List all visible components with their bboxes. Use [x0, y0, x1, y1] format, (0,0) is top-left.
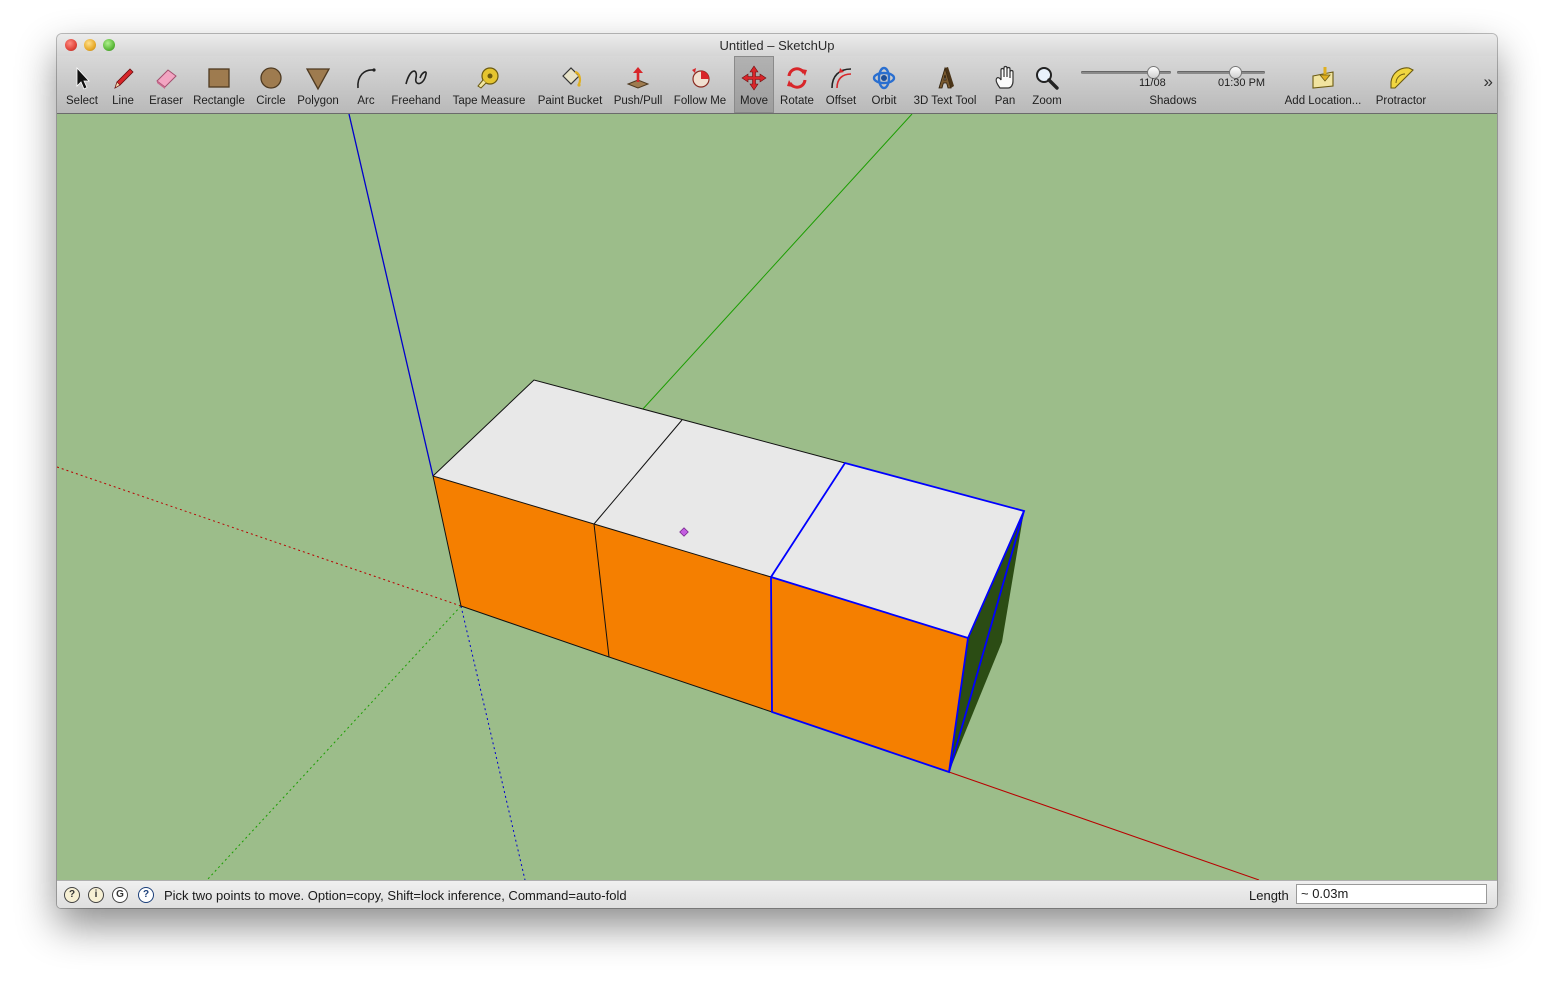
- add-location-tool-button[interactable]: Add Location...: [1279, 56, 1367, 113]
- shadows-label: Shadows: [1149, 95, 1197, 107]
- add-location-icon: [1312, 67, 1334, 89]
- status-message: Pick two points to move. Option=copy, Sh…: [164, 888, 627, 903]
- polygon-icon: [305, 68, 331, 91]
- rectangle-tool-button[interactable]: Rectangle: [191, 56, 247, 113]
- tape-measure-tool-button[interactable]: Tape Measure: [449, 56, 529, 113]
- line-tool-button[interactable]: Line: [105, 56, 141, 113]
- tape-measure-tool-label: Tape Measure: [452, 95, 526, 107]
- magnifier-icon: [1036, 67, 1059, 90]
- eraser-tool-label: Eraser: [149, 95, 183, 107]
- pan-tool-button[interactable]: Pan: [987, 56, 1023, 113]
- zoom-window-button[interactable]: [103, 39, 115, 51]
- y-axis-negative: [206, 605, 462, 880]
- protractor-tool-button[interactable]: Protractor: [1371, 56, 1431, 113]
- x-axis-negative: [57, 466, 462, 607]
- rectangle-icon: [208, 68, 230, 88]
- y-axis-positive: [641, 114, 913, 411]
- tape-measure-icon: [477, 67, 499, 89]
- google-sign-in-icon[interactable]: G: [112, 887, 128, 903]
- 3d-text-icon: [938, 66, 954, 89]
- shadow-time-slider-track[interactable]: [1177, 71, 1265, 74]
- toolbar-overflow-chevron-icon[interactable]: »: [1484, 72, 1493, 92]
- paint-bucket-icon: [562, 67, 582, 87]
- model-scene[interactable]: [57, 114, 1497, 880]
- hand-icon: [995, 65, 1014, 89]
- offset-icon: [831, 68, 852, 89]
- freehand-icon: [405, 70, 427, 85]
- shadow-date-value: 11/08: [1139, 77, 1166, 89]
- follow-me-icon: [692, 68, 710, 88]
- polygon-tool-button[interactable]: Polygon: [293, 56, 343, 113]
- arc-tool-label: Arc: [357, 95, 375, 107]
- orbit-tool-button[interactable]: Orbit: [864, 56, 904, 113]
- arc-icon: [357, 68, 376, 89]
- close-window-button[interactable]: [65, 39, 77, 51]
- eraser-tool-button[interactable]: Eraser: [145, 56, 187, 113]
- window-title: Untitled – SketchUp: [719, 38, 835, 53]
- protractor-tool-label: Protractor: [1375, 95, 1427, 107]
- z-axis-positive: [348, 114, 434, 477]
- offset-tool-label: Offset: [825, 95, 857, 107]
- status-bar: ? i G ? Pick two points to move. Option=…: [57, 880, 1497, 908]
- measurement-label: Length: [1249, 888, 1289, 903]
- move-icon: [741, 65, 767, 91]
- line-tool-label: Line: [112, 95, 134, 107]
- freehand-tool-label: Freehand: [391, 95, 441, 107]
- shadow-time-value: 01:30 PM: [1218, 77, 1266, 89]
- select-tool-label: Select: [66, 95, 98, 107]
- 3d-text-tool-button[interactable]: 3D Text Tool: [908, 56, 982, 113]
- follow-me-tool-button[interactable]: Follow Me: [671, 56, 729, 113]
- sketchup-window: Untitled – SketchUp Select Line Eraser R…: [57, 34, 1497, 908]
- title-bar: Untitled – SketchUp: [57, 34, 1497, 56]
- rotate-tool-button[interactable]: Rotate: [776, 56, 818, 113]
- shadows-panel: 11/08 01:30 PM Shadows: [1077, 56, 1269, 113]
- move-tool-label: Move: [739, 95, 769, 107]
- offset-tool-button[interactable]: Offset: [820, 56, 862, 113]
- freehand-tool-button[interactable]: Freehand: [389, 56, 443, 113]
- help-icon[interactable]: ?: [138, 887, 154, 903]
- polygon-tool-label: Polygon: [297, 95, 339, 107]
- rotate-icon: [787, 67, 807, 89]
- measurement-input[interactable]: ~ 0.03m: [1296, 884, 1487, 904]
- x-axis-positive: [948, 771, 1260, 880]
- add-location-tool-label: Add Location...: [1284, 95, 1362, 107]
- rotate-tool-label: Rotate: [780, 95, 814, 107]
- arc-tool-button[interactable]: Arc: [349, 56, 383, 113]
- circle-tool-button[interactable]: Circle: [251, 56, 291, 113]
- circle-icon: [260, 67, 282, 89]
- pan-tool-label: Pan: [994, 95, 1016, 107]
- main-toolbar: Select Line Eraser Rectangle Circle Poly…: [57, 56, 1497, 114]
- rectangle-tool-label: Rectangle: [193, 95, 245, 107]
- select-tool-button[interactable]: Select: [61, 56, 103, 113]
- follow-me-tool-label: Follow Me: [673, 95, 727, 107]
- zoom-tool-button[interactable]: Zoom: [1028, 56, 1066, 113]
- geo-location-icon[interactable]: ?: [64, 887, 80, 903]
- move-tool-button[interactable]: Move: [734, 56, 774, 113]
- eraser-icon: [156, 69, 177, 89]
- zoom-tool-label: Zoom: [1032, 95, 1062, 107]
- 3d-modeling-viewport[interactable]: [57, 114, 1497, 880]
- push-pull-tool-label: Push/Pull: [613, 95, 663, 107]
- orbit-icon: [872, 66, 896, 90]
- 3d-text-tool-label: 3D Text Tool: [913, 95, 977, 107]
- credits-icon[interactable]: i: [88, 887, 104, 903]
- protractor-icon: [1390, 67, 1414, 89]
- paint-bucket-tool-label: Paint Bucket: [537, 95, 603, 107]
- paint-bucket-tool-button[interactable]: Paint Bucket: [535, 56, 605, 113]
- z-axis-negative: [460, 605, 526, 880]
- minimize-window-button[interactable]: [84, 39, 96, 51]
- circle-tool-label: Circle: [256, 95, 286, 107]
- pencil-icon: [114, 68, 134, 89]
- arrow-cursor-icon: [76, 66, 90, 90]
- orbit-tool-label: Orbit: [871, 95, 897, 107]
- push-pull-tool-button[interactable]: Push/Pull: [610, 56, 666, 113]
- push-pull-icon: [626, 67, 650, 89]
